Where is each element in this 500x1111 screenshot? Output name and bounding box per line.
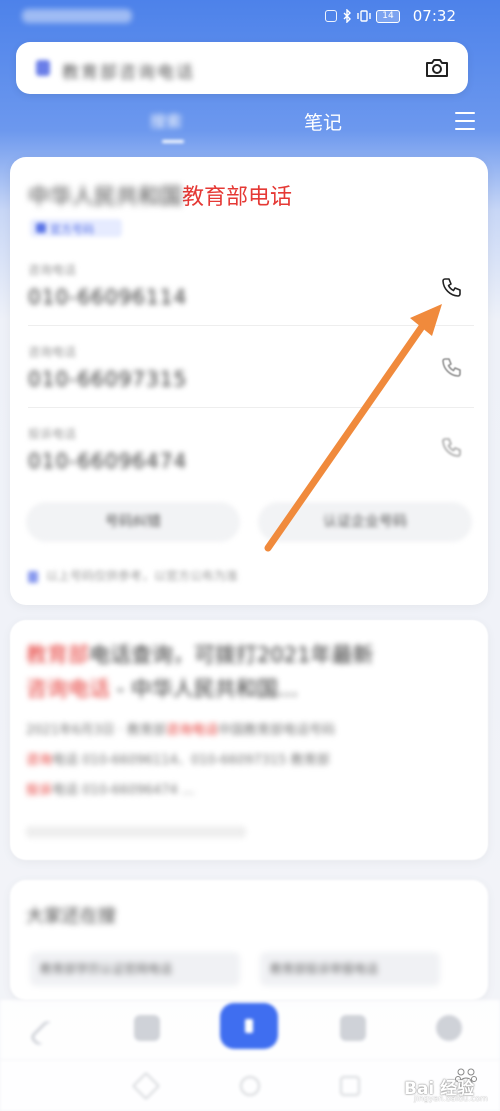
notes-icon[interactable]: [134, 1015, 160, 1041]
search-engine-logo-icon: [36, 60, 50, 76]
system-home-icon[interactable]: [240, 1076, 260, 1096]
carrier-info: [22, 9, 132, 23]
search-bar[interactable]: 教育部咨询电话: [16, 42, 468, 94]
menu-icon[interactable]: [455, 112, 475, 130]
watermark-url: jingyan.baidu.com: [414, 1094, 488, 1103]
search-result-article-card[interactable]: 教育部电话查询，可拨打2021年最新 咨询电话 - 中华人民共和国... 202…: [10, 620, 488, 860]
related-searches-card: 大家还在搜 教育部学历认证官网电话 教育部投诉举报电话: [10, 880, 488, 1000]
article-title[interactable]: 教育部电话查询，可拨打2021年最新 咨询电话 - 中华人民共和国...: [26, 638, 466, 706]
nfc-icon: [325, 10, 337, 22]
phone-entry-number: 010-66097315: [28, 367, 188, 391]
divider: [28, 407, 474, 408]
tab-bar: 搜索 笔记: [0, 104, 500, 144]
baidu-jingyan-watermark: Bai 经验 jingyan.baidu.com: [388, 1060, 498, 1110]
phone-call-icon[interactable]: [440, 275, 464, 299]
battery-icon: 14: [376, 9, 400, 23]
tab-search[interactable]: 搜索: [150, 108, 182, 132]
tab-notes[interactable]: 笔记: [304, 108, 342, 135]
bottom-navigation: [0, 1000, 500, 1060]
tabs-icon[interactable]: [340, 1015, 366, 1041]
search-input[interactable]: 教育部咨询电话: [62, 58, 277, 83]
article-source: [26, 826, 246, 838]
back-icon[interactable]: [28, 1018, 58, 1048]
phone-entry: 咨询电话 010-66096114: [28, 261, 428, 321]
phone-call-icon[interactable]: [440, 355, 464, 379]
disclaimer-text: 以上号码仅供参考，以官方公布为准: [28, 567, 278, 583]
related-search-item[interactable]: 教育部投诉举报电话: [260, 952, 440, 986]
status-bar: 14 07:32: [0, 0, 500, 34]
phone-entry-label: 咨询电话: [28, 345, 77, 359]
phone-entry: 咨询电话 010-66097315: [28, 343, 428, 403]
report-error-button[interactable]: 号码纠错: [26, 502, 240, 542]
related-searches-title: 大家还在搜: [26, 906, 116, 927]
phone-entry: 投诉电话 010-66096474: [28, 425, 428, 485]
info-icon: [28, 570, 38, 583]
result-title-prefix: 中华人民共和国: [28, 185, 183, 210]
phone-result-card: 中华人民共和国教育部电话 官方号码 咨询电话 010-66096114 咨询电话…: [10, 157, 488, 605]
profile-icon[interactable]: [436, 1015, 462, 1041]
bluetooth-icon: [343, 9, 351, 23]
system-back-icon[interactable]: [131, 1071, 161, 1101]
phone-entry-number: 010-66096474: [28, 449, 188, 473]
phone-entry-number: 010-66096114: [28, 285, 188, 309]
active-tab-indicator: [162, 140, 184, 143]
article-snippet: 2021年6月3日 · 教育部咨询电话中国教育部电话号码 咨询电话 010-66…: [26, 723, 336, 798]
clock: 07:32: [412, 7, 456, 25]
result-title[interactable]: 中华人民共和国教育部电话: [28, 179, 292, 211]
divider: [28, 325, 474, 326]
home-button[interactable]: [220, 1003, 278, 1049]
status-icons: 14: [325, 9, 400, 23]
related-search-item[interactable]: 教育部学历认证官网电话: [30, 952, 240, 986]
camera-icon[interactable]: [424, 56, 450, 80]
phone-entry-label: 咨询电话: [28, 263, 77, 277]
phone-call-icon[interactable]: [440, 435, 464, 459]
system-recents-icon[interactable]: [340, 1076, 360, 1096]
phone-entry-label: 投诉电话: [28, 427, 77, 441]
result-title-highlight: 教育部电话: [182, 185, 293, 210]
vibrate-icon: [357, 10, 371, 22]
verify-business-button[interactable]: 认证企业号码: [258, 502, 472, 542]
official-tag: 官方号码: [30, 219, 122, 237]
